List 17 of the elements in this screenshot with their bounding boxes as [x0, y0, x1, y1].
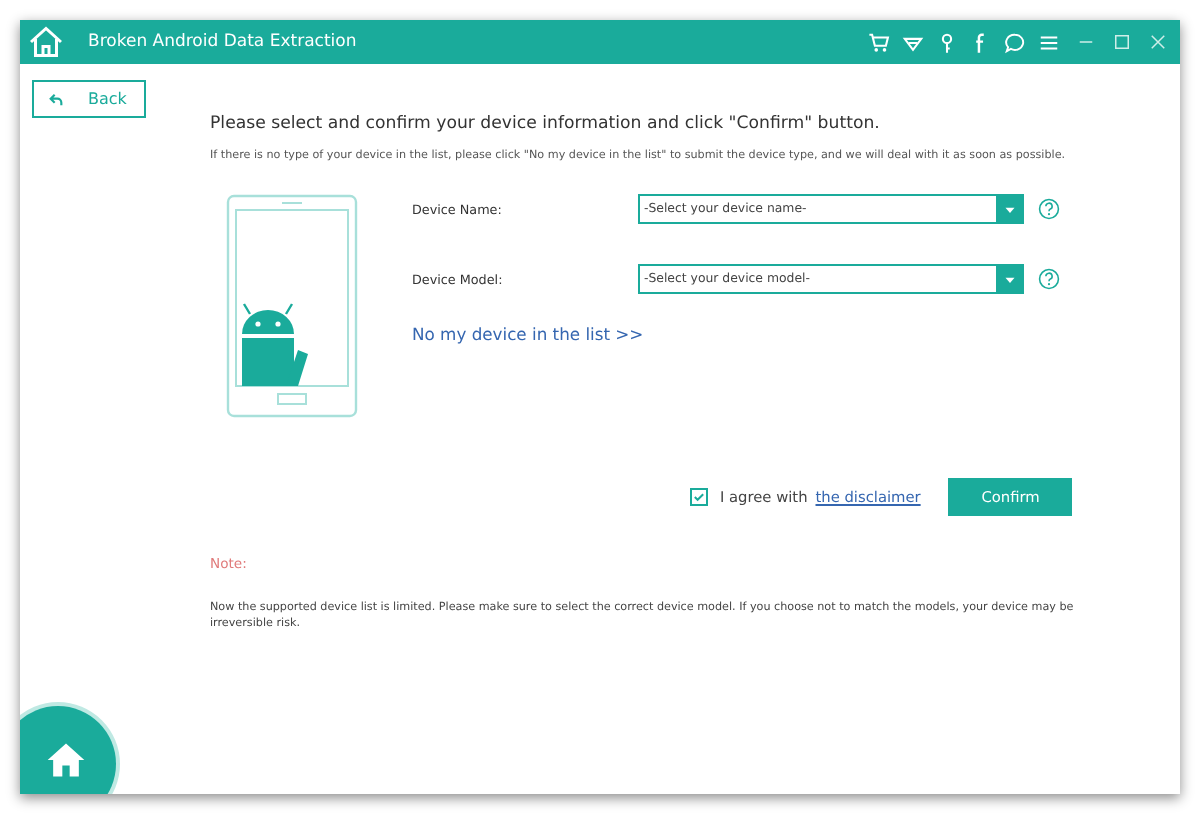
- help-icon[interactable]: [1038, 198, 1060, 221]
- help-icon[interactable]: [1038, 268, 1060, 291]
- return-arrow-icon: [48, 91, 64, 107]
- agree-checkbox[interactable]: [690, 487, 708, 506]
- chat-icon[interactable]: [1004, 31, 1026, 53]
- home-icon: [28, 24, 64, 60]
- close-icon[interactable]: [1148, 32, 1168, 52]
- menu-icon[interactable]: [1038, 31, 1060, 53]
- caret-icon: [1003, 203, 1015, 216]
- maximize-icon[interactable]: [1112, 32, 1132, 52]
- home-icon: [44, 738, 88, 782]
- window-title: Broken Android Data Extraction: [88, 32, 357, 52]
- key-icon[interactable]: [936, 31, 958, 53]
- cart-icon[interactable]: [868, 31, 890, 53]
- caret-icon: [1003, 273, 1015, 286]
- heading: Please select and confirm your device information and click "Confirm" button.: [210, 114, 882, 134]
- no-device-link[interactable]: No my device in the list >>: [412, 323, 1060, 344]
